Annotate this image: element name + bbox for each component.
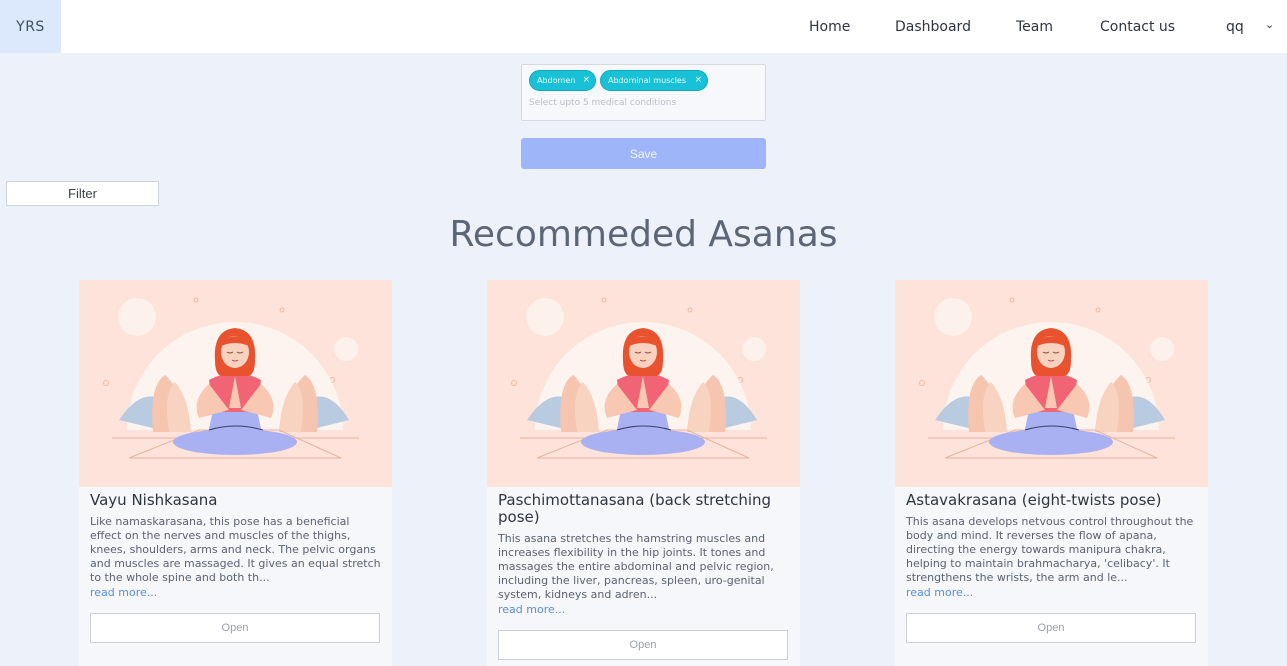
asana-description: This asana stretches the hamstring muscl… <box>498 532 774 601</box>
read-more-link[interactable]: read more... <box>906 586 973 599</box>
read-more-link[interactable]: read more... <box>90 586 157 599</box>
nav-dashboard-link[interactable]: Dashboard <box>895 19 971 35</box>
nav-contact-link[interactable]: Contact us <box>1100 19 1175 35</box>
medical-conditions-select[interactable]: Abdomen × Abdominal muscles × Select upt… <box>521 64 766 121</box>
remove-chip-icon[interactable]: × <box>694 75 702 85</box>
asana-illustration <box>895 280 1208 487</box>
open-button[interactable]: Open <box>498 630 788 660</box>
save-button[interactable]: Save <box>521 138 766 169</box>
asana-title: Vayu Nishkasana <box>90 491 218 509</box>
filter-button[interactable]: Filter <box>6 181 159 206</box>
navbar: YRS Home Dashboard Team Contact us qq ⌄ <box>0 0 1287 53</box>
asana-illustration <box>79 280 392 487</box>
page-title: Recommeded Asanas <box>449 214 838 255</box>
asana-description: This asana develops netvous control thro… <box>906 515 1194 584</box>
brand-logo[interactable]: YRS <box>0 0 61 53</box>
user-menu-name[interactable]: qq <box>1226 19 1244 35</box>
asana-card: Vayu Nishkasana Like namaskarasana, this… <box>79 280 392 666</box>
condition-chip: Abdominal muscles × <box>600 70 708 91</box>
asana-card: Astavakrasana (eight-twists pose) This a… <box>895 280 1208 666</box>
asana-title: Astavakrasana (eight-twists pose) <box>906 491 1162 509</box>
remove-chip-icon[interactable]: × <box>582 75 590 85</box>
condition-chip-label: Abdomen <box>537 76 576 85</box>
asana-description: Like namaskarasana, this pose has a bene… <box>90 515 381 584</box>
conditions-placeholder[interactable]: Select upto 5 medical conditions <box>529 98 676 108</box>
nav-home-link[interactable]: Home <box>809 19 850 35</box>
chevron-down-icon[interactable]: ⌄ <box>1265 18 1274 31</box>
condition-chip: Abdomen × <box>529 70 596 91</box>
asana-illustration <box>487 280 800 487</box>
open-button[interactable]: Open <box>90 613 380 643</box>
condition-chip-label: Abdominal muscles <box>608 76 687 85</box>
open-button[interactable]: Open <box>906 613 1196 643</box>
asana-card: Paschimottanasana (back stretching pose)… <box>487 280 800 666</box>
asana-title: Paschimottanasana (back stretching pose) <box>498 491 772 526</box>
read-more-link[interactable]: read more... <box>498 603 565 616</box>
nav-team-link[interactable]: Team <box>1016 19 1053 35</box>
